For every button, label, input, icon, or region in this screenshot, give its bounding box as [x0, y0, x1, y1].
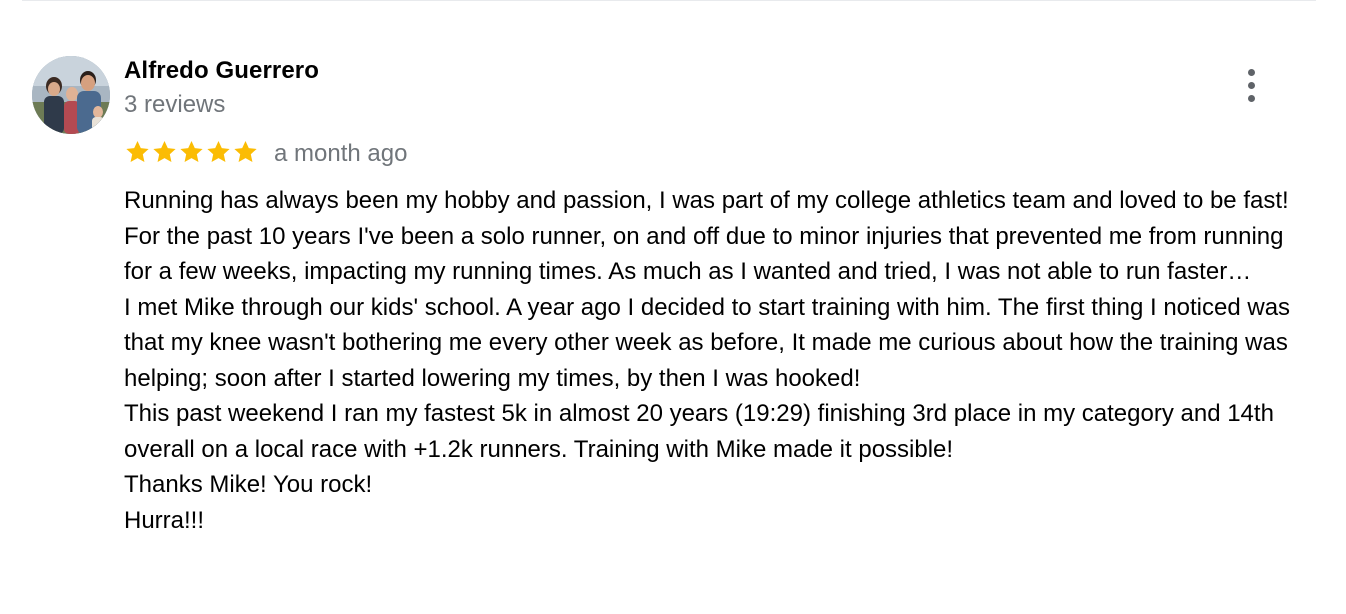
review-paragraph: This past weekend I ran my fastest 5k in… — [124, 400, 1274, 463]
review-paragraph: For the past 10 years I've been a solo r… — [124, 222, 1284, 286]
star-icon — [207, 140, 230, 162]
review-count[interactable]: 3 reviews — [124, 91, 225, 119]
review-card: Alfredo Guerrero 3 reviews a month ago R… — [0, 0, 1346, 614]
review-time: a month ago — [274, 140, 408, 167]
more-options-button[interactable] — [1236, 66, 1268, 106]
star-icon — [153, 140, 176, 162]
avatar-photo — [32, 56, 110, 134]
rating-row: a month ago — [124, 136, 407, 168]
review-paragraph: Thanks Mike! You rock! — [124, 471, 373, 498]
star-icon — [180, 140, 203, 162]
review-text: Running has always been my hobby and pas… — [124, 183, 1314, 538]
review-paragraph: I met Mike through our kids' school. A y… — [124, 293, 1291, 392]
review-paragraph: Hurra!!! — [124, 506, 205, 534]
star-icon — [234, 140, 257, 162]
star-icon — [126, 140, 149, 162]
reviewer-name[interactable]: Alfredo Guerrero — [124, 57, 319, 85]
star-rating — [124, 136, 259, 168]
review-paragraph: Running has always been my hobby and pas… — [124, 187, 1289, 214]
avatar[interactable] — [32, 56, 110, 134]
